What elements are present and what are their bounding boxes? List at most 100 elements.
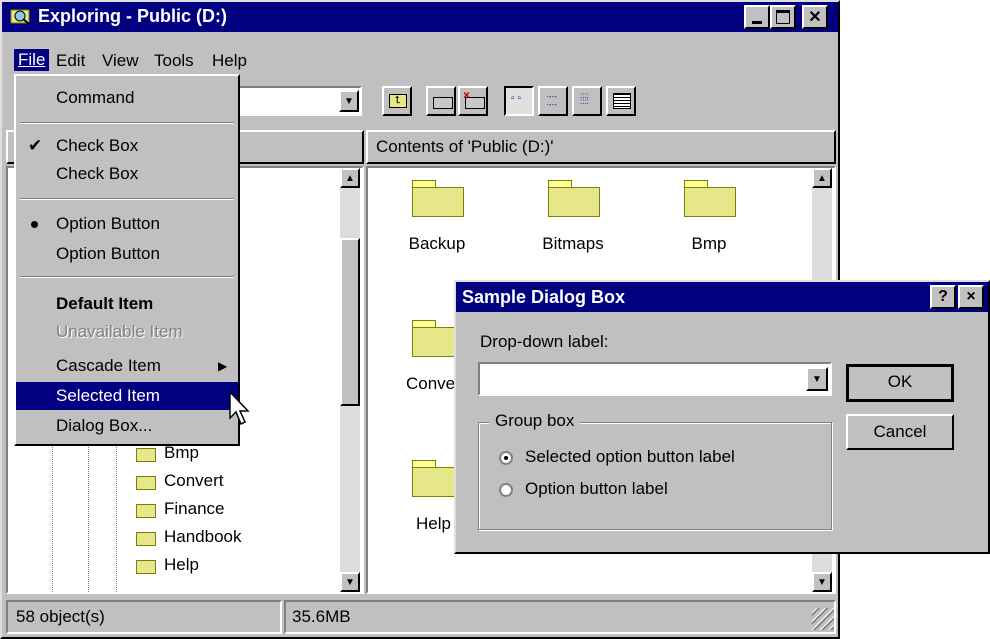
address-combo[interactable]: ▼ — [232, 86, 362, 116]
details-icon — [613, 93, 631, 109]
menu-file[interactable]: File — [14, 49, 50, 71]
menu-file-label: File — [18, 50, 46, 69]
map-drive-button[interactable] — [426, 86, 456, 116]
maximize-button[interactable] — [770, 5, 796, 29]
tree-item-label: Finance — [164, 499, 225, 518]
arrow-down-icon: ▼ — [817, 576, 827, 588]
scroll-down-button[interactable]: ▼ — [340, 572, 360, 592]
window-titlebar[interactable]: Exploring - Public (D:) ✕ — [2, 2, 838, 32]
small-icons-icon: ·-·- ·-·- — [546, 92, 557, 109]
scroll-up-button[interactable]: ▲ — [812, 168, 832, 188]
help-button[interactable]: ? — [930, 285, 956, 309]
folder-item-backup[interactable]: Backup — [368, 168, 468, 268]
contents-pane-header: Contents of 'Public (D:)' — [366, 130, 836, 164]
folder-icon — [136, 504, 156, 518]
minimize-button[interactable] — [744, 5, 770, 29]
menu-item-unavailable: Unavailable Item — [56, 322, 183, 341]
tree-scrollbar[interactable]: ▲ ▼ — [340, 168, 360, 592]
maximize-icon — [776, 10, 790, 24]
menu-item-check-unchecked[interactable]: Check Box — [16, 160, 238, 188]
folder-icon — [684, 180, 736, 218]
ok-button[interactable]: OK — [846, 364, 954, 402]
tree-item-label: Help — [164, 555, 199, 574]
folder-item-bitmaps[interactable]: Bitmaps — [504, 168, 604, 268]
large-icons-icon: ▫ ▫ — [511, 93, 521, 104]
resize-grip[interactable] — [812, 608, 834, 630]
folder-icon — [136, 532, 156, 546]
close-icon: × — [966, 288, 976, 305]
sample-dialog: Sample Dialog Box ? × Drop-down label: ▼… — [454, 280, 990, 554]
menu-separator — [20, 276, 234, 278]
folder-item-convert[interactable]: Conve — [368, 308, 468, 408]
explorer-app-icon — [10, 7, 32, 25]
submenu-arrow-icon: ▶ — [218, 359, 228, 373]
menu-item-command[interactable]: Command — [16, 84, 238, 112]
arrow-down-icon: ▼ — [345, 576, 355, 588]
folder-icon — [136, 560, 156, 574]
menu-edit[interactable]: Edit — [56, 51, 85, 71]
list-view-button[interactable]: :::::::: — [572, 86, 602, 116]
option-label: Selected option button label — [525, 447, 735, 466]
menu-view[interactable]: View — [102, 51, 139, 71]
radio-selected-icon — [499, 451, 513, 465]
radio-icon — [499, 483, 513, 497]
file-menu: Command ✔ Check Box Check Box Option But… — [14, 74, 240, 446]
folder-label: Help — [416, 514, 451, 533]
question-icon: ? — [938, 288, 948, 305]
menu-separator — [20, 122, 234, 124]
tree-item-label: Handbook — [164, 527, 242, 546]
large-icons-button[interactable]: ▫ ▫ — [504, 86, 534, 116]
menu-item-label: Cascade Item — [56, 356, 161, 375]
arrow-up-icon: ▲ — [817, 172, 827, 184]
dialog-titlebar[interactable]: Sample Dialog Box ? × — [456, 282, 988, 312]
menu-item-label: Option Button — [56, 214, 160, 233]
group-box: Group box Selected option button label O… — [478, 411, 832, 530]
status-size: 35.6MB — [284, 600, 836, 634]
menu-item-option-selected[interactable]: Option Button — [16, 210, 238, 238]
folder-item-bmp[interactable]: Bmp — [640, 168, 740, 268]
scroll-up-button[interactable]: ▲ — [340, 168, 360, 188]
bullet-icon — [31, 221, 38, 228]
menu-item-dialog-box[interactable]: Dialog Box... — [16, 412, 238, 440]
menu-item-default[interactable]: Default Item — [16, 290, 238, 318]
option-label: Option button label — [525, 479, 668, 498]
menu-item-label: Check Box — [56, 136, 139, 155]
folder-label: Backup — [408, 234, 466, 253]
map-drive-icon — [433, 97, 453, 109]
window-title: Exploring - Public (D:) — [38, 6, 227, 26]
folder-icon — [136, 476, 156, 490]
disconnect-drive-button[interactable]: × — [458, 86, 488, 116]
dropdown-label: Drop-down label: — [480, 332, 609, 351]
close-button[interactable]: ✕ — [802, 5, 828, 29]
arrow-up-icon: ▲ — [345, 172, 355, 184]
scroll-thumb[interactable] — [340, 238, 360, 406]
close-icon: ✕ — [808, 9, 822, 26]
dialog-close-button[interactable]: × — [958, 285, 984, 309]
menu-separator — [20, 198, 234, 200]
menu-help[interactable]: Help — [212, 51, 247, 71]
folder-icon — [412, 180, 464, 218]
details-view-button[interactable] — [606, 86, 636, 116]
cancel-button[interactable]: Cancel — [846, 414, 954, 450]
dropdown-field[interactable]: ▼ — [478, 362, 832, 396]
menu-item-selected[interactable]: Selected Item — [16, 382, 238, 410]
folder-label: Bmp — [691, 234, 727, 253]
folder-icon — [136, 448, 156, 462]
folder-label: Bitmaps — [542, 234, 604, 253]
dropdown-button[interactable]: ▼ — [806, 367, 828, 391]
tree-item-label: Bmp — [164, 443, 199, 462]
folder-label: Conve — [406, 374, 456, 393]
small-icons-button[interactable]: ·-·- ·-·- — [538, 86, 568, 116]
checkmark-icon: ✔ — [28, 136, 43, 155]
folder-item-help[interactable]: Help — [368, 448, 468, 548]
chevron-down-icon: ▼ — [812, 373, 822, 385]
menu-tools[interactable]: Tools — [154, 51, 194, 71]
mouse-pointer-icon — [229, 390, 250, 426]
up-folder-button[interactable]: ⮤ — [382, 86, 412, 116]
address-dropdown-button[interactable]: ▼ — [339, 90, 359, 112]
menu-item-option-unselected[interactable]: Option Button — [16, 240, 238, 268]
menu-item-cascade[interactable]: Cascade Item ▶ — [16, 352, 238, 380]
menu-item-check-checked[interactable]: ✔ Check Box — [16, 132, 238, 160]
tree-item-label: Convert — [164, 471, 224, 490]
scroll-down-button[interactable]: ▼ — [812, 572, 832, 592]
